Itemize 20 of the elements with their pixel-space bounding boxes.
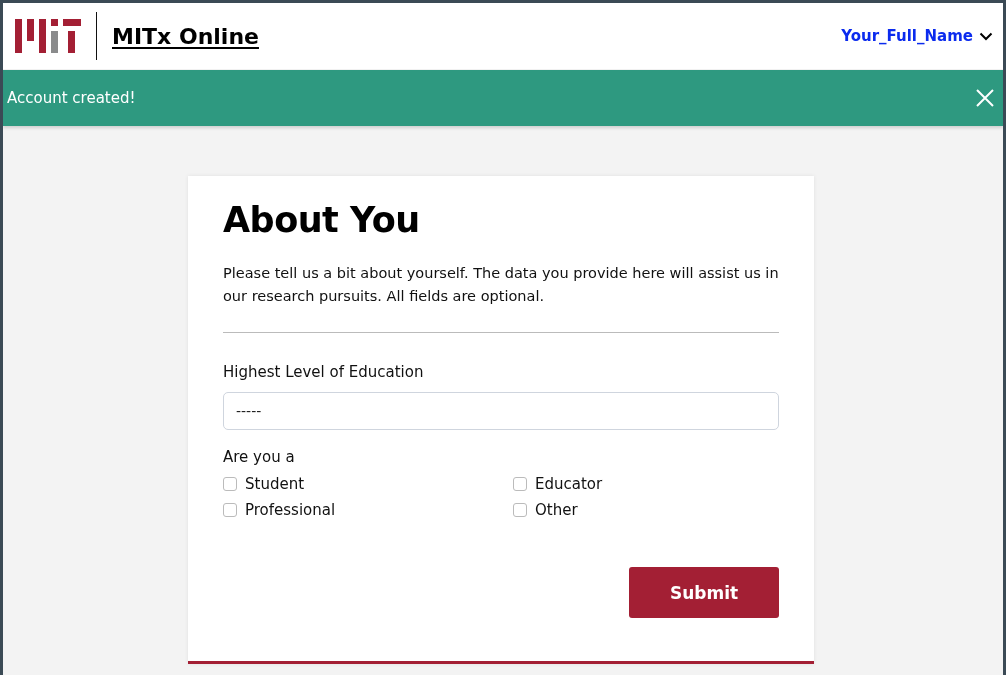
chevron-down-icon: [979, 31, 993, 41]
alert-message: Account created!: [7, 89, 136, 107]
checkbox-label: Student: [245, 475, 305, 493]
logo-icon[interactable]: [15, 19, 81, 53]
intro-text: Please tell us a bit about yourself. The data you provide here will assist us in our research pursuits. All fields are optional.: [223, 264, 779, 306]
checkbox[interactable]: [513, 477, 527, 491]
checkbox[interactable]: [223, 477, 237, 491]
checkbox[interactable]: [513, 503, 527, 517]
site-title-link[interactable]: MITx Online: [112, 23, 259, 49]
field-label: Are you a: [223, 448, 296, 466]
checkbox[interactable]: [223, 503, 237, 517]
field-label: Highest Level of Education: [223, 363, 425, 381]
close-icon[interactable]: [975, 88, 995, 108]
user-menu[interactable]: Your_Full_Name: [841, 27, 993, 45]
checkbox-label: Other: [535, 501, 578, 519]
submit-button[interactable]: Submit: [629, 567, 779, 618]
checkbox-label: Professional: [245, 501, 336, 519]
education-select[interactable]: -----: [223, 392, 779, 430]
page-heading: About You: [223, 200, 421, 240]
checkbox-label: Educator: [535, 475, 603, 493]
